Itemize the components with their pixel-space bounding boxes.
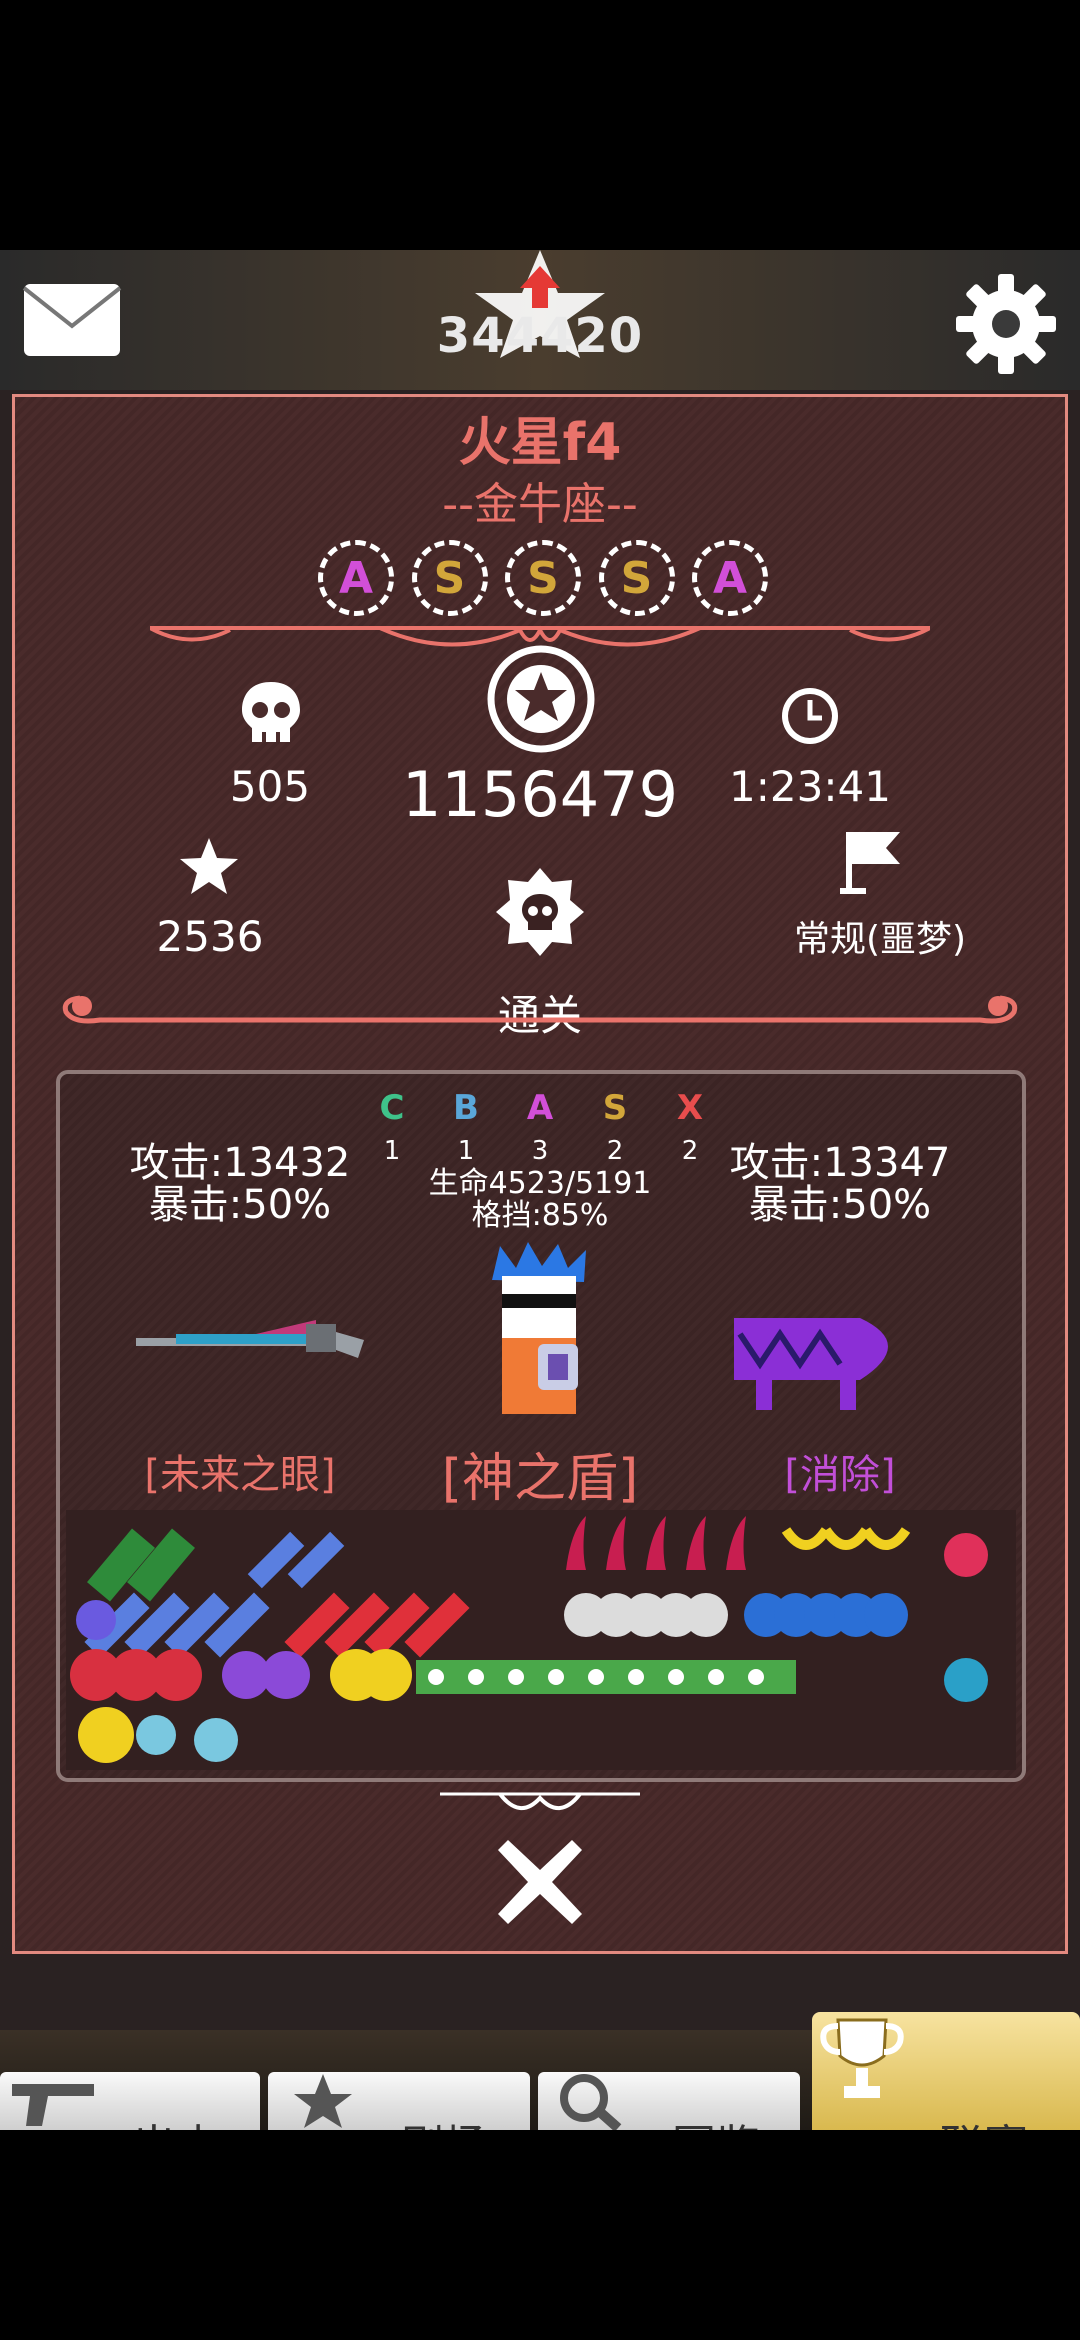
character-avatar[interactable] <box>486 1240 592 1416</box>
grade-letter: X <box>676 1088 704 1128</box>
magnifier-icon <box>560 2074 622 2130</box>
left-weapon-name: [未来之眼] <box>144 1452 336 1498</box>
rank-badge: S <box>505 540 581 616</box>
rank-badge: S <box>598 540 675 616</box>
skull-icon <box>242 682 300 742</box>
rifle-icon[interactable] <box>136 1310 364 1370</box>
ornament-divider <box>62 995 1018 1024</box>
footer-bar <box>0 2130 1080 2340</box>
ornament-divider <box>440 1792 640 1810</box>
character-stats: 生命4523/5191 格挡:85% <box>400 1168 680 1232</box>
grade-count: 1 <box>457 1136 475 1166</box>
item-collection <box>66 1510 1016 1770</box>
grade-letter: C <box>379 1088 405 1128</box>
star-circle-icon <box>487 645 595 753</box>
grade-letter: B <box>453 1088 479 1128</box>
level-subtitle: --金牛座-- <box>442 479 638 530</box>
skull-badge-icon <box>496 868 584 956</box>
character-hp: 生命4523/5191 <box>428 1166 652 1201</box>
game-mode: 常规(噩梦) <box>793 919 967 960</box>
right-attack: 攻击:13347 <box>729 1140 951 1186</box>
kill-count: 505 <box>229 762 311 811</box>
grade-count: 2 <box>606 1136 624 1166</box>
clock-icon <box>782 688 838 744</box>
star-count: 2536 <box>156 912 264 961</box>
grade-letter: S <box>602 1088 628 1128</box>
left-weapon-stats: 攻击:13432 暴击:50% <box>110 1142 370 1226</box>
rank-badge: A <box>318 540 394 616</box>
rank-badge: S <box>411 540 488 616</box>
flag-icon <box>840 832 900 894</box>
play-time: 1:23:41 <box>729 762 891 811</box>
grade-count: 1 <box>383 1136 401 1166</box>
gun-icon <box>12 2084 94 2126</box>
grade-count: 3 <box>531 1136 549 1166</box>
character-block: 格挡:85% <box>471 1198 609 1233</box>
close-icon[interactable] <box>494 1836 586 1928</box>
mail-icon[interactable] <box>22 282 122 358</box>
star-icon <box>294 2074 352 2128</box>
left-attack: 攻击:13432 <box>129 1140 351 1186</box>
rank-badges: A S S S A <box>318 540 768 620</box>
trophy-icon <box>820 2018 904 2098</box>
total-score: 1156479 <box>401 758 679 831</box>
gear-icon[interactable] <box>952 270 1060 378</box>
right-weapon-stats: 攻击:13347 暴击:50% <box>710 1142 970 1226</box>
right-crit: 暴击:50% <box>748 1182 932 1228</box>
grade-count: 2 <box>681 1136 699 1166</box>
cannon-icon[interactable] <box>730 1304 916 1414</box>
right-weapon-name: [消除] <box>784 1452 896 1498</box>
shield-name: [神之盾] <box>441 1449 639 1509</box>
rank-badge: A <box>692 540 768 616</box>
player-score: 344420 <box>436 308 644 364</box>
star-icon <box>180 838 238 894</box>
grade-letter: A <box>526 1088 554 1128</box>
left-crit: 暴击:50% <box>148 1182 332 1228</box>
level-title: 火星f4 <box>458 413 622 473</box>
